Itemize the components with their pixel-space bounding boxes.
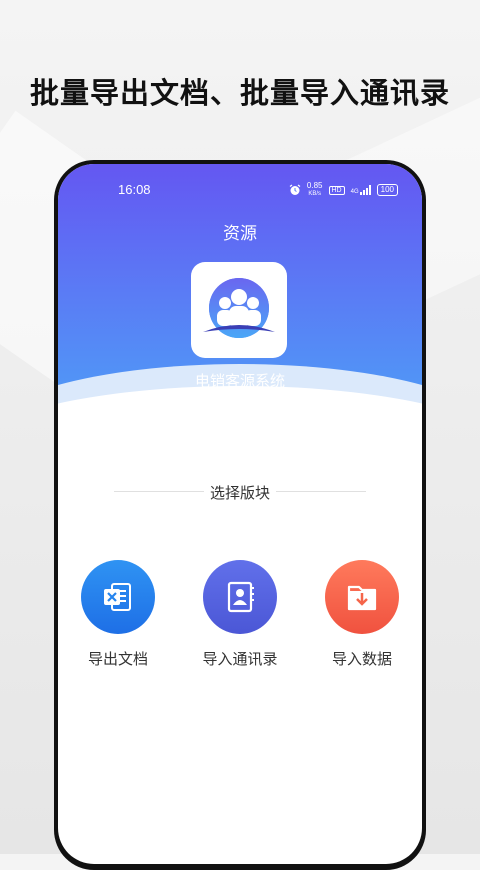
import-contacts-circle[interactable]: [203, 560, 277, 634]
network-speed: 0.85 KB/s: [307, 182, 323, 198]
network-type-label: 4G: [350, 189, 359, 195]
contacts-book-icon: [227, 581, 254, 613]
people-group-icon: [203, 278, 275, 338]
app-name: 电销客源系统: [194, 372, 285, 390]
divider-right: [276, 491, 366, 492]
export-documents-label[interactable]: 导出文档: [63, 648, 173, 669]
hero-wave-front: [58, 386, 422, 546]
section-title: 选择版块: [209, 484, 270, 502]
network-speed-value: 0.85: [306, 181, 323, 190]
import-data-circle[interactable]: [325, 560, 399, 634]
network-speed-unit: KB/s: [308, 191, 322, 197]
import-contacts-button[interactable]: 导入通讯录: [185, 560, 295, 669]
excel-document-icon: [104, 583, 131, 611]
status-icons: 0.85 KB/s HD 4G 100: [289, 182, 398, 198]
folder-download-icon: [347, 585, 377, 611]
import-contacts-label[interactable]: 导入通讯录: [185, 648, 295, 669]
alarm-clock-icon: [289, 184, 301, 195]
promo-headline: 批量导出文档、批量导入通讯录: [29, 76, 450, 110]
screen-title: 资源: [223, 224, 257, 244]
status-time: 16:08: [118, 182, 151, 197]
export-documents-circle[interactable]: [81, 560, 155, 634]
import-data-button[interactable]: 导入数据: [307, 560, 417, 669]
battery-icon: 100: [376, 184, 398, 196]
phone-screen: 16:08 0.85 KB/s HD 4G 100 资源 电销客源系统 选择版块…: [58, 164, 422, 864]
status-bar: 16:08 0.85 KB/s HD 4G 100: [58, 182, 422, 200]
hd-badge: HD: [328, 185, 345, 195]
import-data-label[interactable]: 导入数据: [307, 648, 417, 669]
cell-signal: 4G: [351, 185, 371, 195]
app-logo: [191, 262, 287, 358]
signal-bars-icon: [359, 185, 371, 195]
export-documents-button[interactable]: 导出文档: [63, 560, 173, 669]
